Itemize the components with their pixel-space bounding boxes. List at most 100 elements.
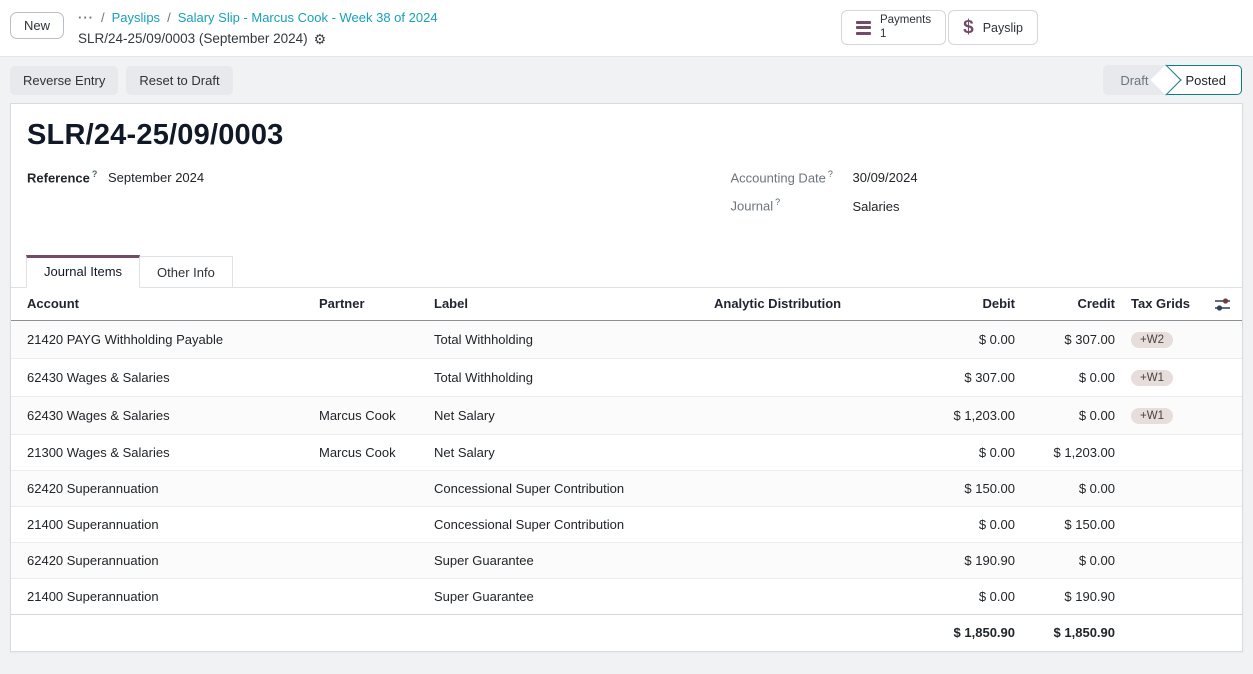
record-subtitle: SLR/24-25/09/0003 (September 2024) — [78, 29, 308, 49]
tab-other-info[interactable]: Other Info — [140, 256, 233, 288]
tab-journal-items[interactable]: Journal Items — [26, 255, 140, 288]
cell-credit: $ 150.00 — [1023, 506, 1123, 542]
cell-toggle-spacer — [1203, 396, 1242, 434]
column-header-label[interactable]: Label — [426, 288, 706, 321]
cell-toggle-spacer — [1203, 542, 1242, 578]
cell-account: 21400 Superannuation — [11, 578, 311, 614]
journal-items-body: 21420 PAYG Withholding Payable Total Wit… — [11, 320, 1242, 614]
table-row[interactable]: 21400 Superannuation Super Guarantee $ 0… — [11, 578, 1242, 614]
gear-icon[interactable]: ⚙ — [314, 32, 327, 46]
status-stage-posted[interactable]: Posted — [1166, 65, 1242, 95]
stat-button-group: Payments 1 $ Payslip — [841, 10, 1038, 45]
totals-row: $ 1,850.90 $ 1,850.90 — [11, 614, 1242, 650]
optional-columns-toggle-icon[interactable] — [1203, 288, 1242, 321]
cell-credit: $ 0.00 — [1023, 358, 1123, 396]
cell-credit: $ 0.00 — [1023, 542, 1123, 578]
form-sheet: SLR/24-25/09/0003 Reference? September 2… — [10, 103, 1243, 652]
cell-account: 21300 Wages & Salaries — [11, 434, 311, 470]
help-marker: ? — [775, 197, 780, 207]
payslip-stat-button[interactable]: $ Payslip — [948, 10, 1038, 45]
total-credit: $ 1,850.90 — [1023, 614, 1123, 650]
cell-analytic-distribution — [706, 542, 928, 578]
cell-debit: $ 0.00 — [928, 320, 1023, 358]
breadcrumb-ellipsis[interactable]: ··· — [78, 9, 94, 28]
payslip-label: Payslip — [983, 21, 1023, 35]
cell-toggle-spacer — [1203, 358, 1242, 396]
journal-label: Journal? — [731, 197, 853, 213]
total-debit: $ 1,850.90 — [928, 614, 1023, 650]
table-row[interactable]: 62430 Wages & Salaries Total Withholding… — [11, 358, 1242, 396]
cell-analytic-distribution — [706, 434, 928, 470]
table-row[interactable]: 21300 Wages & Salaries Marcus Cook Net S… — [11, 434, 1242, 470]
cell-tax-grids — [1123, 470, 1203, 506]
page-title: SLR/24-25/09/0003 — [11, 119, 1242, 152]
cell-partner: Marcus Cook — [311, 396, 426, 434]
column-header-credit[interactable]: Credit — [1023, 288, 1123, 321]
new-button[interactable]: New — [10, 12, 64, 39]
reference-label: Reference? — [27, 169, 108, 185]
payments-count: 1 — [880, 28, 931, 41]
cell-partner — [311, 506, 426, 542]
cell-credit: $ 190.90 — [1023, 578, 1123, 614]
payments-stat-button[interactable]: Payments 1 — [841, 10, 946, 45]
cell-tax-grids — [1123, 578, 1203, 614]
cell-analytic-distribution — [706, 470, 928, 506]
cell-partner — [311, 470, 426, 506]
cell-label: Net Salary — [426, 434, 706, 470]
table-row[interactable]: 62430 Wages & Salaries Marcus Cook Net S… — [11, 396, 1242, 434]
table-row[interactable]: 62420 Superannuation Super Guarantee $ 1… — [11, 542, 1242, 578]
cell-credit: $ 0.00 — [1023, 470, 1123, 506]
cell-label: Super Guarantee — [426, 542, 706, 578]
table-row[interactable]: 21420 PAYG Withholding Payable Total Wit… — [11, 320, 1242, 358]
column-header-tax-grids[interactable]: Tax Grids — [1123, 288, 1203, 321]
dollar-icon: $ — [963, 18, 974, 37]
cell-analytic-distribution — [706, 358, 928, 396]
cell-partner — [311, 542, 426, 578]
cell-toggle-spacer — [1203, 434, 1242, 470]
cell-label: Concessional Super Contribution — [426, 506, 706, 542]
cell-account: 62420 Superannuation — [11, 542, 311, 578]
accounting-date-value[interactable]: 30/09/2024 — [853, 170, 918, 185]
cell-debit: $ 0.00 — [928, 506, 1023, 542]
cell-debit: $ 150.00 — [928, 470, 1023, 506]
cell-toggle-spacer — [1203, 470, 1242, 506]
cell-analytic-distribution — [706, 506, 928, 542]
tax-grid-badge: +W1 — [1131, 408, 1173, 424]
journal-value[interactable]: Salaries — [853, 199, 900, 214]
tax-grid-badge: +W1 — [1131, 370, 1173, 386]
cell-debit: $ 307.00 — [928, 358, 1023, 396]
cell-label: Concessional Super Contribution — [426, 470, 706, 506]
bars-icon — [856, 21, 871, 35]
reset-to-draft-button[interactable]: Reset to Draft — [126, 66, 232, 95]
breadcrumb-link-payslips[interactable]: Payslips — [112, 9, 160, 28]
cell-tax-grids: +W1 — [1123, 358, 1203, 396]
cell-tax-grids: +W2 — [1123, 320, 1203, 358]
table-row[interactable]: 62420 Superannuation Concessional Super … — [11, 470, 1242, 506]
breadcrumb-link-salary-slip[interactable]: Salary Slip - Marcus Cook - Week 38 of 2… — [178, 9, 438, 28]
cell-partner — [311, 578, 426, 614]
column-header-account[interactable]: Account — [11, 288, 311, 321]
top-navbar: New ··· / Payslips / Salary Slip - Marcu… — [0, 0, 1253, 57]
journal-items-table: Account Partner Label Analytic Distribut… — [11, 288, 1242, 650]
help-marker: ? — [92, 169, 98, 179]
cell-partner: Marcus Cook — [311, 434, 426, 470]
tax-grid-badge: +W2 — [1131, 332, 1173, 348]
cell-label: Net Salary — [426, 396, 706, 434]
cell-label: Total Withholding — [426, 320, 706, 358]
table-row[interactable]: 21400 Superannuation Concessional Super … — [11, 506, 1242, 542]
column-header-partner[interactable]: Partner — [311, 288, 426, 321]
reference-value[interactable]: September 2024 — [108, 170, 204, 185]
cell-analytic-distribution — [706, 396, 928, 434]
cell-tax-grids — [1123, 506, 1203, 542]
control-bar: Reverse Entry Reset to Draft Draft Poste… — [0, 57, 1253, 103]
field-group: Reference? September 2024 Accounting Dat… — [11, 169, 1242, 226]
cell-label: Total Withholding — [426, 358, 706, 396]
column-header-debit[interactable]: Debit — [928, 288, 1023, 321]
notebook-tabs: Journal Items Other Info — [11, 255, 1242, 288]
cell-toggle-spacer — [1203, 578, 1242, 614]
reverse-entry-button[interactable]: Reverse Entry — [10, 66, 118, 95]
cell-toggle-spacer — [1203, 320, 1242, 358]
column-header-analytic-distribution[interactable]: Analytic Distribution — [706, 288, 928, 321]
status-bar: Draft Posted — [1103, 65, 1242, 95]
cell-label: Super Guarantee — [426, 578, 706, 614]
